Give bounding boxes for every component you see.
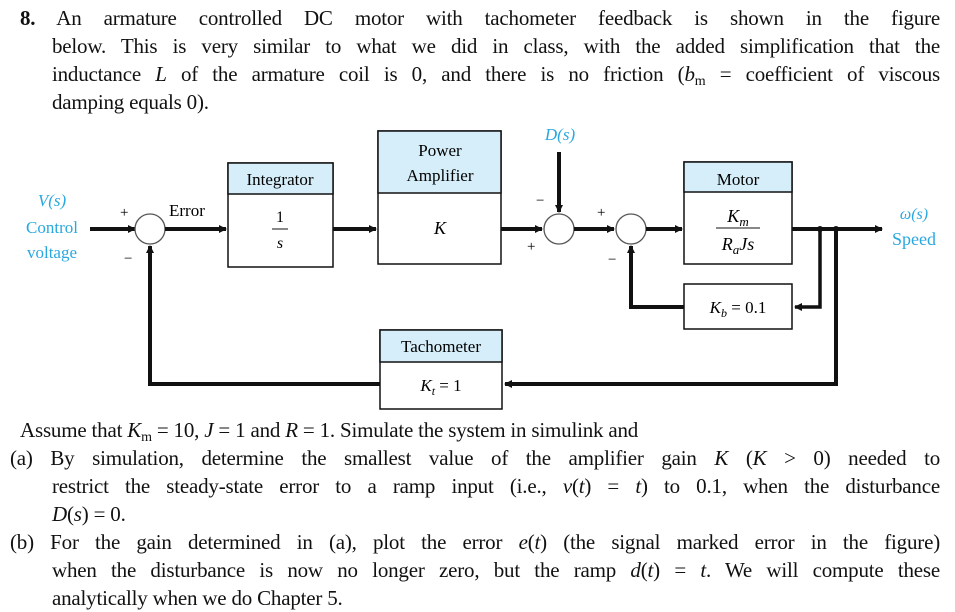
sum2-plus-sign: + <box>527 239 535 255</box>
amplifier-title-line1: Power <box>418 141 462 160</box>
sum3-minus-sign: − <box>608 252 616 268</box>
integrator-title: Integrator <box>246 170 313 189</box>
part-b-line-3: analytically when we do Chapter 5. <box>52 586 343 610</box>
input-label-voltage: voltage <box>27 243 77 262</box>
back-emf-feedback-in <box>794 229 822 311</box>
sum2-minus-sign: − <box>536 193 544 209</box>
motor-block: Motor Km RaJs <box>683 161 793 265</box>
sum1-minus-sign: − <box>124 251 132 267</box>
tachometer-title: Tachometer <box>401 337 481 356</box>
sum3-plus-sign: + <box>597 205 605 221</box>
assumptions-text: Assume that Km = 10, J = 1 and R = 1. Si… <box>20 418 639 445</box>
integrator-numerator: 1 <box>276 209 284 226</box>
part-b: (b) For the gain determined in (a), plot… <box>10 528 940 612</box>
error-label: Error <box>169 201 205 220</box>
power-amplifier-block: Power Amplifier K <box>377 130 502 265</box>
amplifier-title-line2: Amplifier <box>406 166 473 185</box>
output-label-speed: Speed <box>892 229 936 249</box>
integrator-block: Integrator 1 s <box>227 162 334 268</box>
part-b-line-1: (b) For the gain determined in (a), plot… <box>10 530 940 554</box>
back-emf-feedback-out <box>627 245 684 309</box>
motor-title: Motor <box>717 170 760 189</box>
input-label: V(s) Control voltage <box>26 191 78 262</box>
back-emf-gain: Kb = 0.1 <box>709 298 767 320</box>
integrator-denominator: s <box>277 235 283 252</box>
amplifier-gain: K <box>433 218 447 238</box>
sum1-plus-sign: + <box>120 205 128 221</box>
output-symbol: ω(s) <box>900 206 928 223</box>
tachometer-gain: Kt = 1 <box>419 376 461 398</box>
part-a-line-3: D(s) = 0. <box>52 502 126 526</box>
part-b-line-2: when the disturbance is now no longer ze… <box>52 558 941 582</box>
part-a-line-2: restrict the steady-state error to a ram… <box>52 474 940 498</box>
part-a: (a) By simulation, determine the smalles… <box>10 444 940 528</box>
summing-junction-2 <box>543 213 575 245</box>
part-a-line-1: (a) By simulation, determine the smalles… <box>10 446 941 470</box>
input-symbol: V(s) <box>38 191 67 210</box>
disturbance-label: D(s) <box>544 125 576 144</box>
summing-junction-1 <box>134 213 166 245</box>
tachometer-block: Tachometer Kt = 1 <box>379 329 503 410</box>
input-label-control: Control <box>26 218 78 237</box>
summing-junction-3 <box>615 213 647 245</box>
back-emf-block: Kb = 0.1 <box>683 283 793 330</box>
